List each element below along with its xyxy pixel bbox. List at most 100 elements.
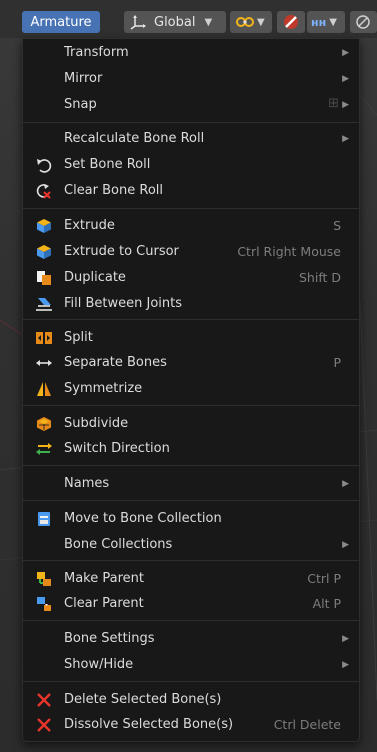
- viewport-header: Armature Global ▼ ▼ ʜʜ ▼: [0, 0, 377, 38]
- delete-x-icon: [35, 692, 53, 708]
- menu-separator: [23, 681, 359, 682]
- menu-item-symmetrize[interactable]: Symmetrize: [23, 377, 359, 401]
- menu-item-set-bone-roll[interactable]: Set Bone Roll: [23, 153, 359, 177]
- menu-item-label: Subdivide: [64, 416, 129, 431]
- menu-item-clear-bone-roll[interactable]: Clear Bone Roll: [23, 179, 359, 203]
- submenu-arrow-icon: ▶: [342, 479, 349, 489]
- submenu-arrow-icon: ▶: [342, 660, 349, 670]
- snap-toggle[interactable]: [277, 11, 305, 33]
- menu-item-label: Recalculate Bone Roll: [64, 131, 205, 146]
- menu-item-fill-between-joints[interactable]: Fill Between Joints: [23, 292, 359, 316]
- armature-menu-label: Armature: [30, 14, 92, 30]
- menu-item-snap[interactable]: Snap ⊞ ▶: [23, 93, 359, 117]
- separate-icon: [35, 355, 53, 371]
- chevron-down-icon: ▼: [329, 16, 337, 28]
- menu-item-transform[interactable]: Transform ▶: [23, 41, 359, 65]
- menu-item-extrude[interactable]: Extrude S: [23, 214, 359, 238]
- shortcut-label: Shift D: [298, 270, 341, 285]
- shortcut-label: Ctrl P: [307, 571, 341, 586]
- extrude-icon: [35, 244, 53, 260]
- submenu-arrow-icon: ▶: [342, 74, 349, 84]
- menu-item-label: Mirror: [64, 71, 103, 86]
- make-parent-icon: [35, 571, 53, 587]
- menu-item-show-hide[interactable]: Show/Hide ▶: [23, 653, 359, 677]
- menu-separator: [23, 620, 359, 621]
- submenu-arrow-icon: ▶: [342, 134, 349, 144]
- menu-item-label: Clear Bone Roll: [64, 183, 163, 198]
- menu-item-label: Fill Between Joints: [64, 296, 183, 311]
- extrude-icon: [35, 218, 53, 234]
- menu-item-label: Delete Selected Bone(s): [64, 692, 222, 707]
- menu-item-bone-collections[interactable]: Bone Collections ▶: [23, 533, 359, 557]
- clear-parent-icon: [35, 596, 53, 612]
- clear-roll-icon: [35, 183, 53, 199]
- menu-separator: [23, 465, 359, 466]
- proportional-editing-toggle[interactable]: [350, 11, 377, 33]
- menu-item-label: Make Parent: [64, 571, 144, 586]
- menu-item-label: Extrude to Cursor: [64, 244, 179, 259]
- menu-item-label: Split: [64, 330, 93, 345]
- armature-dropdown-menu: Transform ▶ Mirror ▶ Snap ⊞ ▶ Recalculat…: [22, 38, 360, 742]
- shortcut-label: Ctrl Delete: [273, 717, 341, 732]
- menu-item-label: Transform: [64, 45, 129, 60]
- snap-magnet-icon: [282, 13, 300, 31]
- menu-item-label: Snap: [64, 97, 97, 112]
- submenu-arrow-icon: ▶: [342, 48, 349, 58]
- menu-item-dissolve-selected-bones[interactable]: Dissolve Selected Bone(s) Ctrl Delete: [23, 713, 359, 737]
- delete-x-icon: [35, 717, 53, 733]
- shortcut-label: S: [333, 218, 341, 233]
- menu-item-make-parent[interactable]: Make Parent Ctrl P: [23, 567, 359, 591]
- armature-menu-button[interactable]: Armature: [22, 11, 100, 33]
- menu-item-delete-selected-bones[interactable]: Delete Selected Bone(s): [23, 688, 359, 712]
- menu-item-separate-bones[interactable]: Separate Bones P: [23, 351, 359, 375]
- shortcut-label: Alt P: [312, 596, 341, 611]
- proportional-icon: [355, 14, 371, 30]
- menu-item-label: Bone Collections: [64, 537, 173, 552]
- menu-item-recalculate-bone-roll[interactable]: Recalculate Bone Roll ▶: [23, 127, 359, 151]
- duplicate-icon: [35, 270, 53, 286]
- symmetrize-icon: [35, 381, 53, 397]
- transform-orientation-dropdown[interactable]: Global ▼: [124, 11, 226, 33]
- menu-item-label: Extrude: [64, 218, 115, 233]
- menu-item-label: Duplicate: [64, 270, 126, 285]
- menu-item-move-to-bone-collection[interactable]: Move to Bone Collection: [23, 507, 359, 531]
- menu-item-duplicate[interactable]: Duplicate Shift D: [23, 266, 359, 290]
- menu-separator: [23, 500, 359, 501]
- menu-item-clear-parent[interactable]: Clear Parent Alt P: [23, 592, 359, 616]
- axes-icon: [130, 14, 148, 30]
- orientation-label: Global: [154, 14, 196, 30]
- split-icon: [35, 330, 53, 346]
- chevron-down-icon: ▼: [204, 16, 213, 28]
- submenu-arrow-icon: ▶: [342, 540, 349, 550]
- roll-icon: [35, 157, 53, 173]
- bone-collection-icon: [35, 511, 53, 527]
- snap-target-dropdown[interactable]: ʜʜ ▼: [307, 11, 345, 33]
- chevron-down-icon: ▼: [257, 16, 265, 28]
- menu-item-label: Separate Bones: [64, 355, 167, 370]
- shortcut-label: Ctrl Right Mouse: [237, 244, 341, 259]
- menu-item-label: Clear Parent: [64, 596, 144, 611]
- menu-item-split[interactable]: Split: [23, 326, 359, 350]
- snap-increment-icon: ʜʜ: [311, 15, 327, 29]
- menu-item-label: Switch Direction: [64, 441, 170, 456]
- menu-item-extrude-to-cursor[interactable]: Extrude to Cursor Ctrl Right Mouse: [23, 240, 359, 264]
- menu-item-switch-direction[interactable]: Switch Direction: [23, 437, 359, 461]
- menu-item-label: Symmetrize: [64, 381, 143, 396]
- submenu-arrow-icon: ▶: [342, 634, 349, 644]
- menu-item-label: Bone Settings: [64, 631, 155, 646]
- menu-item-mirror[interactable]: Mirror ▶: [23, 67, 359, 91]
- snap-ghost-icon: ⊞: [328, 96, 339, 111]
- menu-separator: [23, 405, 359, 406]
- menu-separator: [23, 208, 359, 209]
- menu-item-label: Move to Bone Collection: [64, 511, 222, 526]
- subdivide-icon: [35, 416, 53, 432]
- menu-item-bone-settings[interactable]: Bone Settings ▶: [23, 627, 359, 651]
- shortcut-label: P: [333, 355, 341, 370]
- pivot-point-dropdown[interactable]: ▼: [230, 11, 272, 33]
- fill-icon: [35, 296, 53, 312]
- menu-item-names[interactable]: Names ▶: [23, 472, 359, 496]
- menu-item-subdivide[interactable]: Subdivide: [23, 412, 359, 436]
- menu-item-label: Dissolve Selected Bone(s): [64, 717, 234, 732]
- menu-separator: [23, 122, 359, 123]
- switch-direction-icon: [35, 441, 53, 457]
